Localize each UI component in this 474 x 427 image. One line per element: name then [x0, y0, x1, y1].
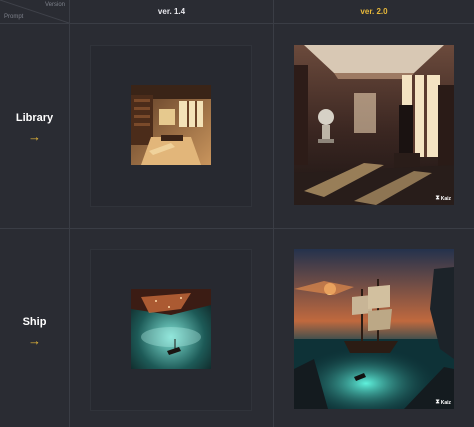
v20-library-image[interactable]: ⧗ Kaiz — [294, 45, 454, 205]
version-column-divider — [273, 0, 274, 427]
row-label-ship: Ship → — [0, 316, 69, 347]
corner-version-label: Version — [44, 2, 65, 8]
row-label-library: Library → — [0, 112, 69, 143]
v14-ship-image[interactable] — [131, 289, 211, 369]
column-header-v20: ver. 2.0 — [360, 7, 388, 16]
hourglass-icon: ⧗ — [435, 399, 440, 405]
column-header-v14: ver. 1.4 — [157, 7, 186, 16]
row-name-ship: Ship — [22, 316, 47, 328]
v14-library-image[interactable] — [131, 85, 211, 165]
corner-header-cell: Version Prompt — [0, 0, 69, 23]
corner-prompt-label: Prompt — [4, 14, 24, 20]
watermark-badge: ⧗ Kaiz — [436, 195, 452, 202]
v20-ship-image[interactable]: ⧗ Kaiz — [294, 249, 454, 409]
watermark-text: Kaiz — [440, 399, 451, 406]
arrow-right-icon: → — [28, 129, 41, 144]
arrow-right-icon: → — [28, 333, 41, 348]
watermark-badge: ⧗ Kaiz — [436, 399, 452, 406]
hourglass-icon: ⧗ — [435, 195, 440, 201]
row-name-library: Library — [15, 112, 54, 124]
row-divider — [0, 228, 474, 229]
header-divider — [0, 23, 474, 24]
watermark-text: Kaiz — [440, 195, 451, 202]
label-column-divider — [69, 0, 70, 427]
